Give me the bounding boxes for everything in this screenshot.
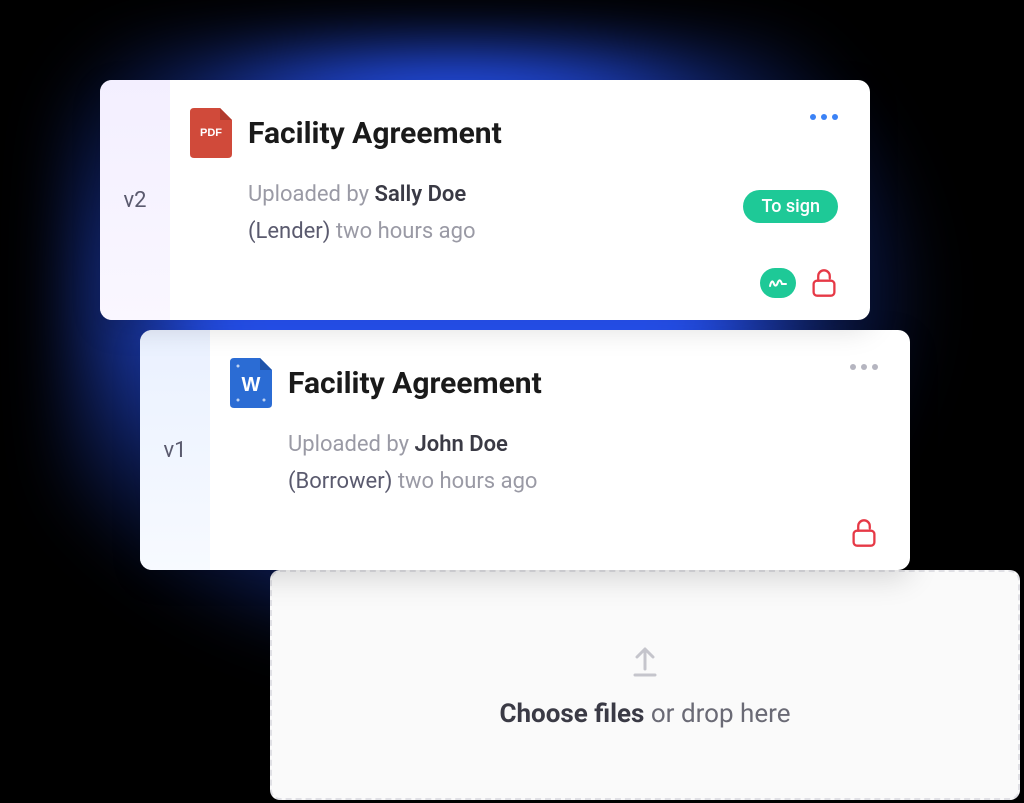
role-close: ) — [323, 219, 336, 244]
more-icon[interactable] — [850, 364, 878, 370]
time-ago: two hours ago — [336, 219, 476, 244]
uploader-role: Lender — [256, 219, 323, 244]
dropzone-rest: or drop here — [644, 699, 790, 729]
time-ago: two hours ago — [398, 469, 538, 494]
more-icon[interactable] — [810, 114, 838, 120]
upload-icon — [625, 641, 665, 681]
lock-icon[interactable] — [850, 518, 878, 548]
version-tab: v2 — [100, 80, 170, 320]
card-menu[interactable] — [810, 114, 838, 120]
document-meta: Uploaded by John Doe (Borrower) two hour… — [288, 426, 878, 501]
card-actions — [850, 518, 878, 548]
lock-icon[interactable] — [810, 268, 838, 298]
dropzone-bold: Choose files — [499, 699, 644, 729]
card-menu[interactable] — [850, 364, 878, 370]
version-label: v2 — [123, 188, 146, 213]
document-title: Facility Agreement — [248, 116, 502, 151]
word-doc-icon: W — [230, 358, 272, 408]
card-actions — [760, 268, 838, 298]
document-title: Facility Agreement — [288, 366, 542, 401]
title-row: W Facility Agreement — [230, 358, 878, 408]
version-label: v1 — [163, 438, 186, 463]
signature-button[interactable] — [760, 268, 796, 298]
signature-icon — [768, 276, 788, 290]
role-close: ) — [385, 469, 398, 494]
role-open: ( — [248, 219, 256, 244]
title-row: PDF Facility Agreement — [190, 108, 838, 158]
card-body: PDF Facility Agreement Uploaded by Sally… — [170, 80, 870, 320]
role-open: ( — [288, 469, 296, 494]
file-dropzone[interactable]: Choose files or drop here — [270, 570, 1020, 800]
document-card[interactable]: v1 W Facility Agreement Uploaded by John… — [140, 330, 910, 570]
uploader-name: Sally Doe — [375, 182, 467, 207]
document-card[interactable]: v2 PDF Facility Agreement Uploaded by Sa… — [100, 80, 870, 320]
document-stack: v2 PDF Facility Agreement Uploaded by Sa… — [100, 80, 910, 570]
uploaded-prefix: Uploaded by — [288, 432, 415, 457]
pdf-icon: PDF — [190, 108, 232, 158]
card-body: W Facility Agreement Uploaded by John Do… — [210, 330, 910, 570]
status-badge: To sign — [743, 190, 838, 223]
dropzone-label: Choose files or drop here — [499, 699, 790, 729]
uploaded-prefix: Uploaded by — [248, 182, 375, 207]
svg-text:PDF: PDF — [200, 127, 222, 139]
uploader-role: Borrower — [296, 469, 385, 494]
svg-text:W: W — [242, 374, 261, 396]
uploader-name: John Doe — [415, 432, 508, 457]
version-tab: v1 — [140, 330, 210, 570]
